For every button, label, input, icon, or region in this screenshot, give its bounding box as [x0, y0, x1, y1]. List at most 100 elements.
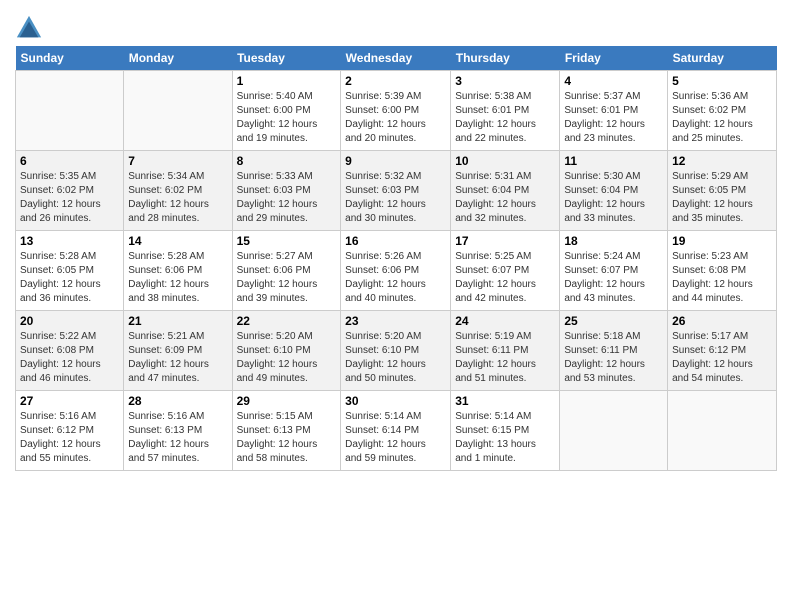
calendar-cell [16, 71, 124, 151]
day-number: 1 [237, 74, 337, 88]
day-info: Sunrise: 5:30 AM Sunset: 6:04 PM Dayligh… [564, 170, 663, 226]
day-info: Sunrise: 5:33 AM Sunset: 6:03 PM Dayligh… [237, 170, 337, 226]
day-number: 28 [128, 394, 227, 408]
day-number: 20 [20, 314, 119, 328]
day-number: 29 [237, 394, 337, 408]
calendar-cell: 2Sunrise: 5:39 AM Sunset: 6:00 PM Daylig… [341, 71, 451, 151]
weekday-header-monday: Monday [124, 46, 232, 71]
day-number: 27 [20, 394, 119, 408]
calendar-header: SundayMondayTuesdayWednesdayThursdayFrid… [16, 46, 777, 71]
weekday-header-tuesday: Tuesday [232, 46, 341, 71]
day-number: 12 [672, 154, 772, 168]
day-info: Sunrise: 5:19 AM Sunset: 6:11 PM Dayligh… [455, 330, 555, 386]
calendar-cell: 9 Sunrise: 5:32 AM Sunset: 6:03 PM Daylig… [341, 151, 451, 231]
calendar-body: 1 Sunrise: 5:40 AM Sunset: 6:00 PM Daylig… [16, 71, 777, 471]
calendar-cell [668, 391, 777, 471]
calendar-cell: 4Sunrise: 5:37 AM Sunset: 6:01 PM Daylig… [560, 71, 668, 151]
day-info: Sunrise: 5:31 AM Sunset: 6:04 PM Dayligh… [455, 170, 555, 226]
header-row [15, 10, 777, 42]
calendar-cell: 11 Sunrise: 5:30 AM Sunset: 6:04 PM Dayli… [560, 151, 668, 231]
calendar-cell: 25Sunrise: 5:18 AM Sunset: 6:11 PM Dayli… [560, 311, 668, 391]
calendar-cell: 29 Sunrise: 5:15 AM Sunset: 6:13 PM Dayli… [232, 391, 341, 471]
day-number: 23 [345, 314, 446, 328]
calendar-cell: 31 Sunrise: 5:14 AM Sunset: 6:15 PM Dayli… [451, 391, 560, 471]
weekday-header-row: SundayMondayTuesdayWednesdayThursdayFrid… [16, 46, 777, 71]
day-number: 30 [345, 394, 446, 408]
calendar-week-1: 1 Sunrise: 5:40 AM Sunset: 6:00 PM Daylig… [16, 71, 777, 151]
calendar-cell: 16 Sunrise: 5:26 AM Sunset: 6:06 PM Dayli… [341, 231, 451, 311]
calendar-cell: 30 Sunrise: 5:14 AM Sunset: 6:14 PM Dayli… [341, 391, 451, 471]
day-info: Sunrise: 5:36 AM Sunset: 6:02 PM Dayligh… [672, 90, 772, 146]
day-number: 2 [345, 74, 446, 88]
day-info: Sunrise: 5:16 AM Sunset: 6:12 PM Dayligh… [20, 410, 119, 466]
day-info: Sunrise: 5:27 AM Sunset: 6:06 PM Dayligh… [237, 250, 337, 306]
day-info: Sunrise: 5:22 AM Sunset: 6:08 PM Dayligh… [20, 330, 119, 386]
day-info: Sunrise: 5:21 AM Sunset: 6:09 PM Dayligh… [128, 330, 227, 386]
day-number: 13 [20, 234, 119, 248]
weekday-header-wednesday: Wednesday [341, 46, 451, 71]
calendar-cell: 20 Sunrise: 5:22 AM Sunset: 6:08 PM Dayli… [16, 311, 124, 391]
day-info: Sunrise: 5:24 AM Sunset: 6:07 PM Dayligh… [564, 250, 663, 306]
day-number: 18 [564, 234, 663, 248]
day-info: Sunrise: 5:16 AM Sunset: 6:13 PM Dayligh… [128, 410, 227, 466]
calendar-cell: 14Sunrise: 5:28 AM Sunset: 6:06 PM Dayli… [124, 231, 232, 311]
logo-icon [15, 14, 43, 42]
calendar-cell: 7Sunrise: 5:34 AM Sunset: 6:02 PM Daylig… [124, 151, 232, 231]
calendar-week-5: 27 Sunrise: 5:16 AM Sunset: 6:12 PM Dayli… [16, 391, 777, 471]
calendar-cell: 27 Sunrise: 5:16 AM Sunset: 6:12 PM Dayli… [16, 391, 124, 471]
weekday-header-thursday: Thursday [451, 46, 560, 71]
calendar-week-4: 20 Sunrise: 5:22 AM Sunset: 6:08 PM Dayli… [16, 311, 777, 391]
day-info: Sunrise: 5:40 AM Sunset: 6:00 PM Dayligh… [237, 90, 337, 146]
day-info: Sunrise: 5:35 AM Sunset: 6:02 PM Dayligh… [20, 170, 119, 226]
day-number: 6 [20, 154, 119, 168]
weekday-header-sunday: Sunday [16, 46, 124, 71]
page-container: SundayMondayTuesdayWednesdayThursdayFrid… [0, 0, 792, 481]
logo [15, 14, 47, 42]
day-info: Sunrise: 5:37 AM Sunset: 6:01 PM Dayligh… [564, 90, 663, 146]
day-info: Sunrise: 5:26 AM Sunset: 6:06 PM Dayligh… [345, 250, 446, 306]
calendar-table: SundayMondayTuesdayWednesdayThursdayFrid… [15, 46, 777, 471]
weekday-header-saturday: Saturday [668, 46, 777, 71]
day-info: Sunrise: 5:25 AM Sunset: 6:07 PM Dayligh… [455, 250, 555, 306]
day-number: 22 [237, 314, 337, 328]
calendar-cell: 23 Sunrise: 5:20 AM Sunset: 6:10 PM Dayli… [341, 311, 451, 391]
day-number: 31 [455, 394, 555, 408]
calendar-cell: 17Sunrise: 5:25 AM Sunset: 6:07 PM Dayli… [451, 231, 560, 311]
day-info: Sunrise: 5:28 AM Sunset: 6:05 PM Dayligh… [20, 250, 119, 306]
calendar-cell: 24 Sunrise: 5:19 AM Sunset: 6:11 PM Dayli… [451, 311, 560, 391]
calendar-cell: 28 Sunrise: 5:16 AM Sunset: 6:13 PM Dayli… [124, 391, 232, 471]
calendar-cell: 26 Sunrise: 5:17 AM Sunset: 6:12 PM Dayli… [668, 311, 777, 391]
day-number: 8 [237, 154, 337, 168]
calendar-cell: 12 Sunrise: 5:29 AM Sunset: 6:05 PM Dayli… [668, 151, 777, 231]
day-number: 26 [672, 314, 772, 328]
day-info: Sunrise: 5:23 AM Sunset: 6:08 PM Dayligh… [672, 250, 772, 306]
day-number: 9 [345, 154, 446, 168]
day-info: Sunrise: 5:38 AM Sunset: 6:01 PM Dayligh… [455, 90, 555, 146]
day-info: Sunrise: 5:32 AM Sunset: 6:03 PM Dayligh… [345, 170, 446, 226]
day-info: Sunrise: 5:20 AM Sunset: 6:10 PM Dayligh… [345, 330, 446, 386]
calendar-cell: 15Sunrise: 5:27 AM Sunset: 6:06 PM Dayli… [232, 231, 341, 311]
day-number: 24 [455, 314, 555, 328]
calendar-cell: 3 Sunrise: 5:38 AM Sunset: 6:01 PM Daylig… [451, 71, 560, 151]
day-number: 3 [455, 74, 555, 88]
calendar-cell: 8 Sunrise: 5:33 AM Sunset: 6:03 PM Daylig… [232, 151, 341, 231]
day-info: Sunrise: 5:14 AM Sunset: 6:14 PM Dayligh… [345, 410, 446, 466]
day-info: Sunrise: 5:17 AM Sunset: 6:12 PM Dayligh… [672, 330, 772, 386]
calendar-cell: 21Sunrise: 5:21 AM Sunset: 6:09 PM Dayli… [124, 311, 232, 391]
calendar-cell: 6 Sunrise: 5:35 AM Sunset: 6:02 PM Daylig… [16, 151, 124, 231]
day-number: 14 [128, 234, 227, 248]
day-info: Sunrise: 5:29 AM Sunset: 6:05 PM Dayligh… [672, 170, 772, 226]
calendar-cell: 18 Sunrise: 5:24 AM Sunset: 6:07 PM Dayli… [560, 231, 668, 311]
calendar-cell: 10Sunrise: 5:31 AM Sunset: 6:04 PM Dayli… [451, 151, 560, 231]
day-number: 16 [345, 234, 446, 248]
calendar-week-3: 13 Sunrise: 5:28 AM Sunset: 6:05 PM Dayli… [16, 231, 777, 311]
day-info: Sunrise: 5:15 AM Sunset: 6:13 PM Dayligh… [237, 410, 337, 466]
calendar-cell: 1 Sunrise: 5:40 AM Sunset: 6:00 PM Daylig… [232, 71, 341, 151]
day-info: Sunrise: 5:18 AM Sunset: 6:11 PM Dayligh… [564, 330, 663, 386]
calendar-cell [560, 391, 668, 471]
calendar-cell: 5Sunrise: 5:36 AM Sunset: 6:02 PM Daylig… [668, 71, 777, 151]
day-number: 11 [564, 154, 663, 168]
day-info: Sunrise: 5:14 AM Sunset: 6:15 PM Dayligh… [455, 410, 555, 466]
day-number: 19 [672, 234, 772, 248]
weekday-header-friday: Friday [560, 46, 668, 71]
